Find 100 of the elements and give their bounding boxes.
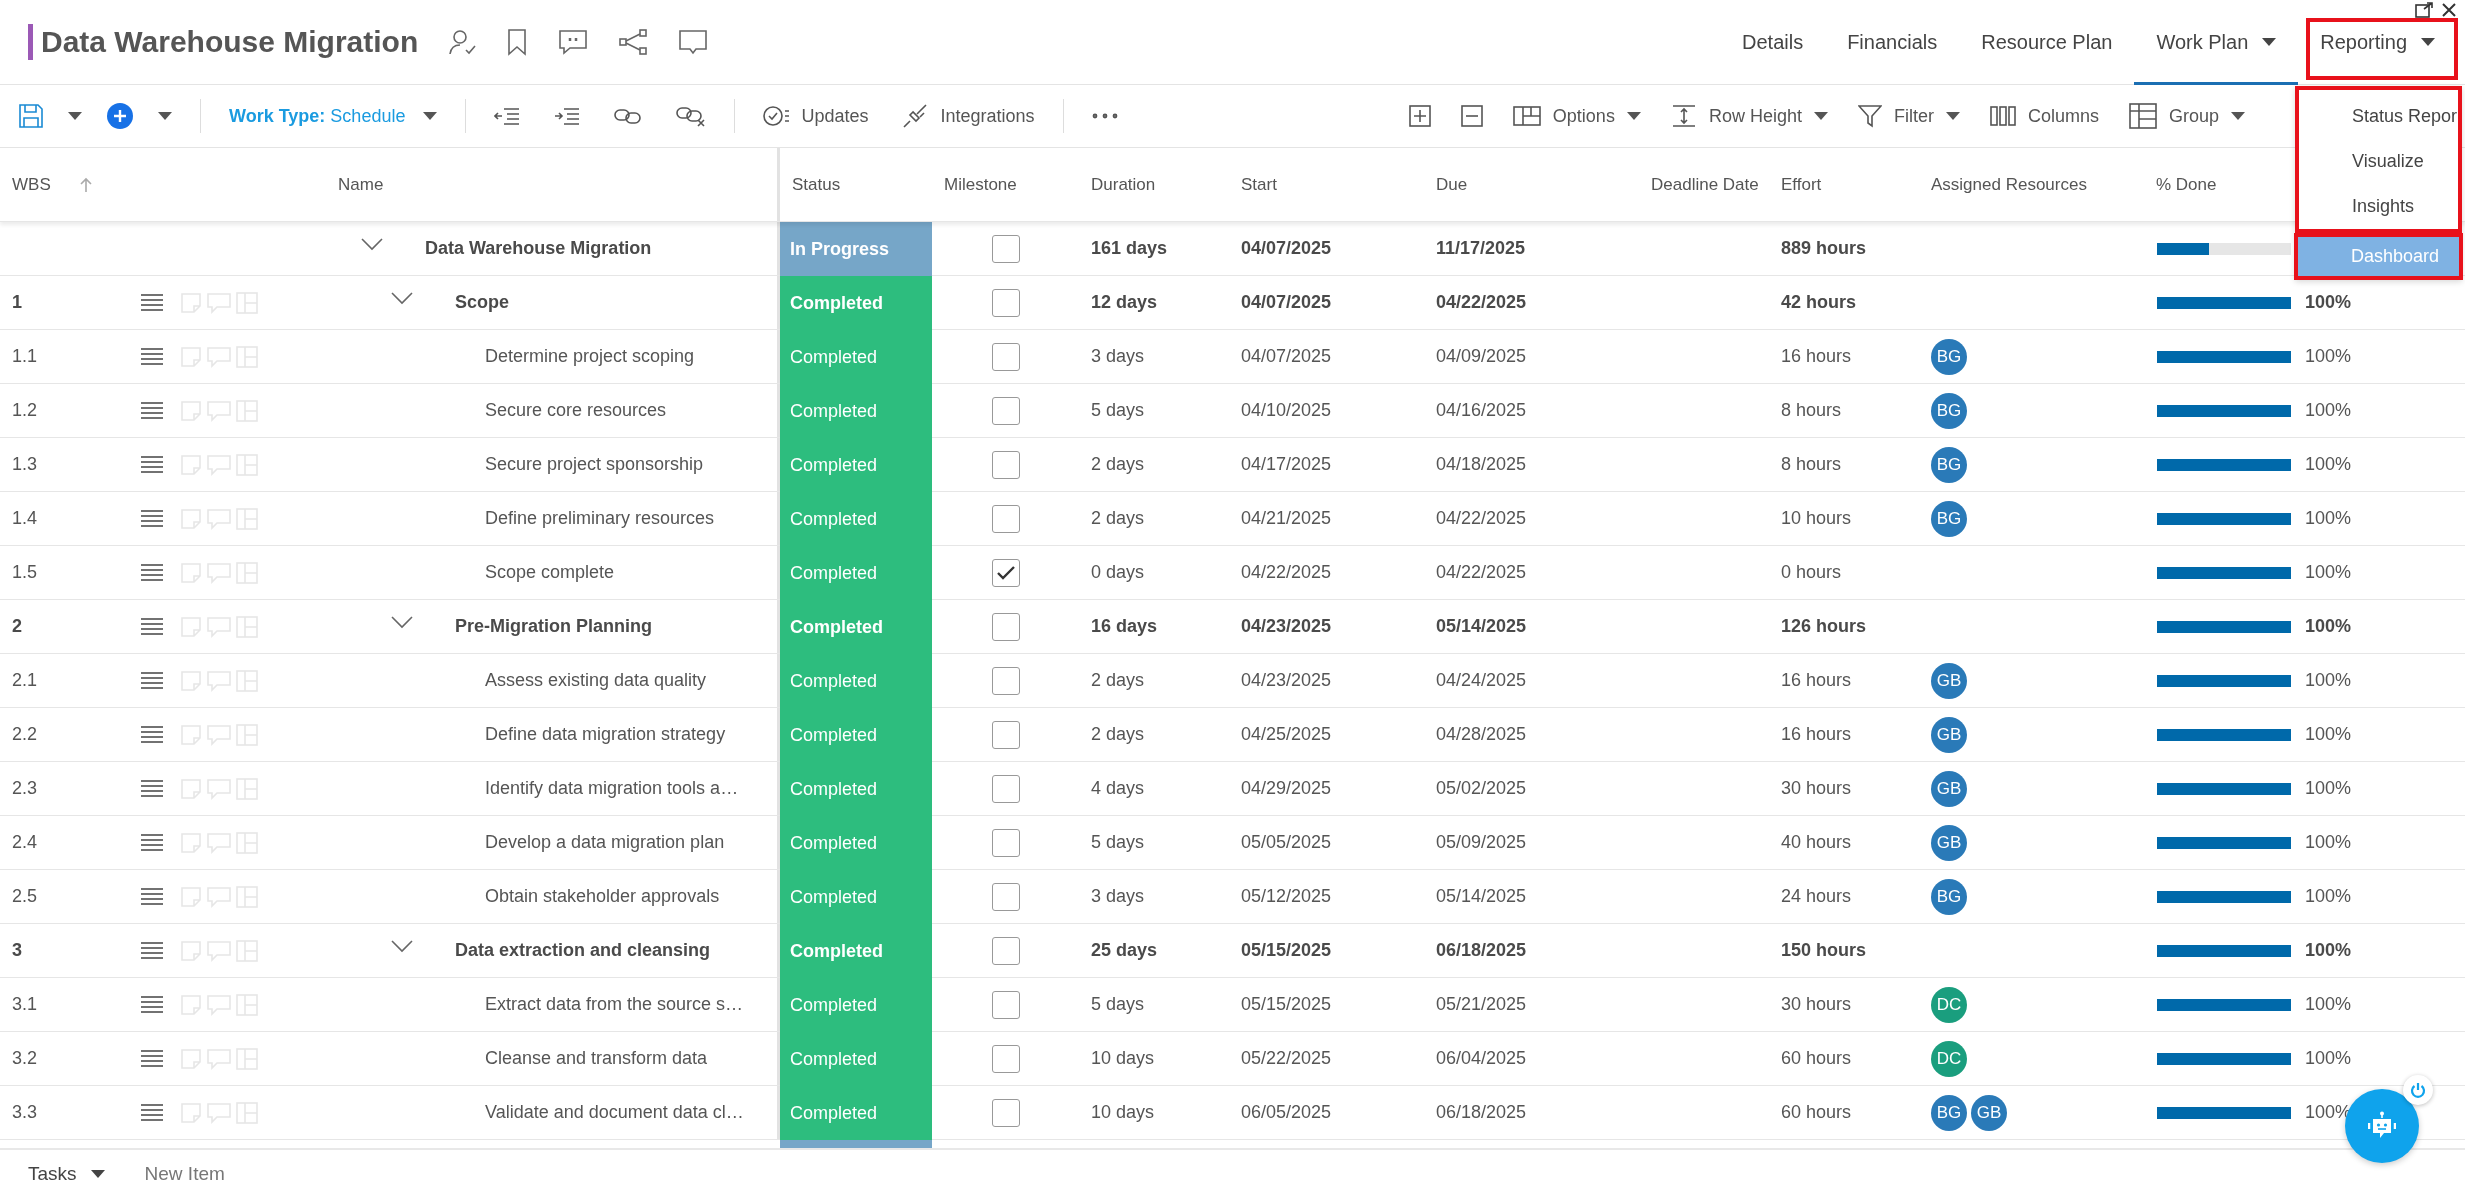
effort-cell: 16 hours <box>1781 724 1852 745</box>
milestone-checkbox[interactable] <box>991 558 1020 587</box>
row-menu-icon[interactable] <box>140 940 164 961</box>
close-icon[interactable] <box>2441 2 2457 18</box>
sort-up-icon[interactable] <box>78 176 93 193</box>
row-menu-icon[interactable] <box>140 778 164 799</box>
toolbar-button[interactable]: Row Height <box>1670 104 1828 128</box>
user-check-icon[interactable] <box>448 28 477 56</box>
milestone-checkbox[interactable] <box>991 1098 1020 1127</box>
view-dropdown[interactable]: Tasks <box>28 1162 105 1185</box>
resource-avatar[interactable]: BG <box>1931 500 1967 537</box>
add-icon[interactable] <box>106 102 134 130</box>
milestone-checkbox[interactable] <box>991 720 1020 749</box>
expand-all-icon[interactable] <box>1408 105 1431 127</box>
milestone-checkbox[interactable] <box>991 936 1020 965</box>
column-header[interactable]: Due <box>1436 174 1468 195</box>
nav-tab[interactable]: Details <box>1720 0 1826 85</box>
resource-avatar[interactable]: GB <box>1931 824 1967 861</box>
nav-tab[interactable]: Financials <box>1825 0 1960 85</box>
milestone-checkbox[interactable] <box>991 990 1020 1019</box>
unlink-icon[interactable] <box>676 105 707 127</box>
row-menu-icon[interactable] <box>140 616 164 637</box>
column-header[interactable]: Status <box>792 174 841 195</box>
new-item-link[interactable]: New Item <box>144 1162 225 1185</box>
resource-avatar[interactable]: GB <box>1971 1094 2007 1131</box>
toolbar-button[interactable]: Integrations <box>902 103 1035 129</box>
resource-avatar[interactable]: GB <box>1931 716 1967 753</box>
expand-icon[interactable] <box>2415 2 2433 18</box>
row-menu-icon[interactable] <box>140 832 164 853</box>
resource-avatar[interactable]: BG <box>1931 338 1967 375</box>
duration-cell: 3 days <box>1091 886 1145 907</box>
comment-icon[interactable] <box>558 28 589 56</box>
toolbar-button[interactable]: Group <box>2128 103 2245 129</box>
row-menu-icon[interactable] <box>140 670 164 691</box>
milestone-checkbox[interactable] <box>991 234 1020 263</box>
milestone-checkbox[interactable] <box>991 612 1020 641</box>
percent-done: 100% <box>2305 292 2352 313</box>
resource-avatar[interactable]: BG <box>1931 392 1967 429</box>
plug-icon <box>902 103 929 129</box>
column-header[interactable]: Start <box>1241 174 1277 195</box>
milestone-checkbox[interactable] <box>991 882 1020 911</box>
chat-icon[interactable] <box>678 28 709 56</box>
row-menu-icon[interactable] <box>140 994 164 1015</box>
milestone-checkbox[interactable] <box>991 774 1020 803</box>
task-name: Secure project sponsorship <box>485 454 704 475</box>
milestone-checkbox[interactable] <box>991 828 1020 857</box>
column-header[interactable]: % Done <box>2156 174 2217 195</box>
row-menu-icon[interactable] <box>140 562 164 583</box>
row-menu-icon[interactable] <box>140 292 164 313</box>
nav-tab[interactable]: Reporting <box>2298 0 2457 85</box>
toolbar-button[interactable]: Columns <box>1989 105 2099 127</box>
resource-avatar[interactable]: GB <box>1931 662 1967 699</box>
save-icon[interactable] <box>18 103 44 129</box>
row-menu-icon[interactable] <box>140 454 164 475</box>
outdent-icon[interactable] <box>494 106 521 126</box>
status-cell: Completed <box>780 978 932 1032</box>
more-icon[interactable] <box>1091 113 1118 119</box>
toolbar-button[interactable]: Updates <box>763 105 869 127</box>
milestone-checkbox[interactable] <box>991 666 1020 695</box>
task-name: Identify data migration tools a… <box>485 778 739 799</box>
row-menu-icon[interactable] <box>140 1048 164 1069</box>
column-header[interactable]: Assigned Resources <box>1931 174 2087 195</box>
milestone-checkbox[interactable] <box>991 396 1020 425</box>
column-header[interactable]: Name <box>338 174 384 195</box>
resource-avatar[interactable]: BG <box>1931 446 1967 483</box>
share-icon[interactable] <box>618 28 649 56</box>
column-header[interactable]: Deadline Date <box>1651 174 1759 195</box>
effort-cell: 30 hours <box>1781 778 1852 799</box>
milestone-checkbox[interactable] <box>991 504 1020 533</box>
milestone-checkbox[interactable] <box>991 288 1020 317</box>
menu-item[interactable]: Insights <box>2299 184 2458 229</box>
indent-icon[interactable] <box>554 106 581 126</box>
collapse-all-icon[interactable] <box>1460 105 1483 127</box>
row-menu-icon[interactable] <box>140 400 164 421</box>
power-button[interactable] <box>2403 1075 2433 1105</box>
toolbar-button[interactable]: Options <box>1512 105 1641 127</box>
menu-item[interactable]: Status Repor <box>2299 94 2458 139</box>
nav-tab[interactable]: Work Plan <box>2134 0 2299 85</box>
column-header[interactable]: Milestone <box>944 174 1017 195</box>
column-header[interactable]: Duration <box>1091 174 1156 195</box>
wbs-number: 1 <box>12 292 22 313</box>
column-header[interactable]: Effort <box>1781 174 1822 195</box>
row-menu-icon[interactable] <box>140 724 164 745</box>
milestone-checkbox[interactable] <box>991 1044 1020 1073</box>
milestone-checkbox[interactable] <box>991 342 1020 371</box>
row-menu-icon[interactable] <box>140 508 164 529</box>
row-menu-icon[interactable] <box>140 1102 164 1123</box>
link-icon[interactable] <box>614 106 643 126</box>
bookmark-icon[interactable] <box>506 28 529 56</box>
resource-avatar[interactable]: GB <box>1931 770 1967 807</box>
menu-item[interactable]: Visualize <box>2299 139 2458 184</box>
milestone-checkbox[interactable] <box>991 450 1020 479</box>
toolbar-button[interactable]: Filter <box>1857 104 1960 128</box>
resource-avatar[interactable]: BG <box>1931 878 1967 915</box>
row-menu-icon[interactable] <box>140 346 164 367</box>
column-header[interactable]: WBS <box>12 174 51 195</box>
start-date: 06/05/2025 <box>1241 1102 1332 1123</box>
resource-avatar[interactable]: BG <box>1931 1094 1967 1131</box>
nav-tab[interactable]: Resource Plan <box>1959 0 2135 85</box>
row-menu-icon[interactable] <box>140 886 164 907</box>
